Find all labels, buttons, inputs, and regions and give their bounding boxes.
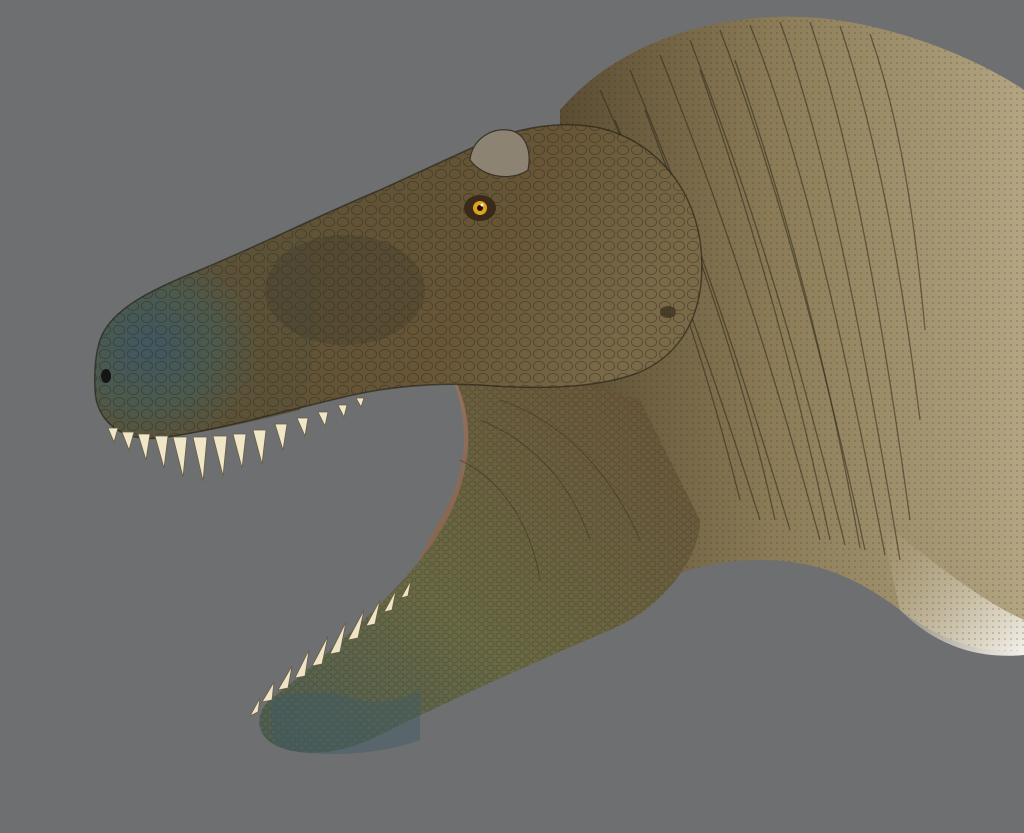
illustration-canvas [0, 0, 1024, 833]
lower-jaw [259, 378, 700, 755]
ear-opening [660, 306, 676, 318]
dinosaur-illustration [94, 16, 1024, 755]
eye [464, 195, 496, 221]
nostril [101, 369, 111, 383]
